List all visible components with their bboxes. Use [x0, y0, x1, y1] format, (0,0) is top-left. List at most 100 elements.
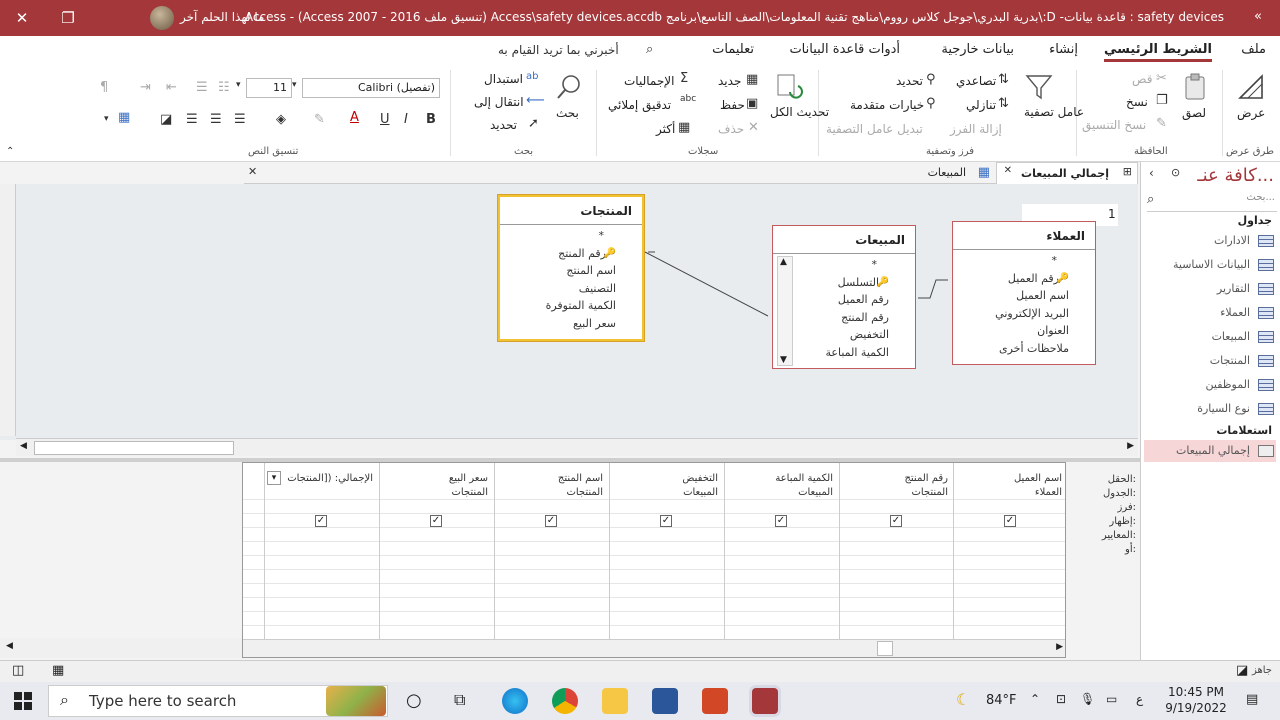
network-icon[interactable]: ▭ — [1106, 692, 1117, 706]
field-product-name[interactable]: اسم المنتج — [500, 264, 642, 282]
table-sales[interactable]: المبيعات ▲ ▼ * 🔑 التسلسل رقم العميل رقم ا… — [772, 225, 916, 369]
field-product-id[interactable]: رقم المنتج — [773, 311, 915, 329]
nav-item-products[interactable]: المنتجات — [1144, 350, 1276, 372]
powerpoint-icon[interactable] — [702, 688, 728, 714]
edge-icon[interactable] — [502, 688, 528, 714]
chevron-up-icon[interactable]: ⌃ — [1030, 692, 1040, 706]
notifications-icon[interactable]: ▤ — [1246, 692, 1258, 707]
grid-column[interactable]: رقم المنتج المنتجات ✓ — [839, 463, 954, 657]
field-email[interactable]: البريد الإلكتروني — [953, 307, 1095, 325]
paste-button[interactable]: لصق — [1182, 106, 1206, 120]
grid-field[interactable]: التخفيض — [610, 473, 724, 484]
chevron-down-icon[interactable]: ▾ — [236, 80, 241, 90]
toggle-filter-button[interactable]: تبديل عامل التصفية — [826, 122, 923, 136]
nav-item-car-type[interactable]: نوع السيارة — [1144, 398, 1276, 420]
nav-title[interactable]: كافة عنـ... — [1197, 165, 1274, 186]
field-notes[interactable]: ملاحظات أخرى — [953, 342, 1095, 360]
italic-icon[interactable]: I — [404, 112, 408, 127]
nav-search-input[interactable]: بحث... — [1147, 192, 1277, 212]
tab-help[interactable]: تعليمات — [712, 42, 754, 57]
grid-table[interactable]: المنتجات — [840, 487, 954, 498]
table-customers[interactable]: العملاء * 🔑 رقم العميل اسم العميل البريد … — [952, 221, 1096, 365]
field-product-id[interactable]: 🔑 رقم المنتج — [500, 247, 642, 265]
grid-field[interactable]: رقم المنتج — [840, 473, 954, 484]
indent-icon[interactable]: ⇥ — [140, 80, 151, 95]
grid-field[interactable]: اسم العميل — [954, 473, 1065, 484]
grid-table[interactable]: المبيعات — [725, 487, 839, 498]
close-document-icon[interactable]: ✕ — [248, 165, 257, 178]
design-view-icon[interactable] — [1236, 72, 1266, 102]
copy-button[interactable]: نسخ — [1126, 95, 1148, 109]
filter-icon[interactable] — [1024, 72, 1054, 102]
save-record-button[interactable]: حفظ — [720, 98, 745, 112]
scroll-right-icon[interactable]: ▶ — [1127, 441, 1134, 451]
chevron-down-icon[interactable]: ▾ — [267, 471, 281, 485]
align-right-icon[interactable]: ☰ — [234, 112, 246, 127]
grid-field[interactable]: الإجمالي: ([المنتجات — [265, 473, 379, 484]
font-size-dropdown[interactable]: 11 — [246, 78, 292, 98]
refresh-all-button[interactable]: تحديث الكل — [770, 106, 829, 119]
paragraph-icon[interactable]: ¶ — [100, 80, 108, 95]
nav-section-queries[interactable]: استعلامات — [1216, 424, 1272, 437]
numbering-icon[interactable]: ☷ — [218, 80, 230, 95]
close-button[interactable]: ✕ — [8, 4, 36, 32]
refresh-icon[interactable] — [774, 72, 804, 102]
query-design-grid[interactable]: اسم العميل العملاء ✓ رقم المنتج المنتجات… — [242, 462, 1066, 658]
chrome-icon[interactable] — [552, 688, 578, 714]
avatar[interactable] — [150, 6, 174, 30]
field-customer-name[interactable]: اسم العميل — [953, 289, 1095, 307]
query-design-area[interactable]: المنتجات * 🔑 رقم المنتج اسم المنتج التصني… — [0, 184, 1138, 456]
weather-temperature[interactable]: 84°F — [986, 693, 1017, 708]
scroll-right-icon[interactable]: ▶ — [1056, 642, 1063, 652]
filter-button[interactable]: عامل تصفية — [1024, 106, 1084, 119]
scroll-left-icon[interactable]: ◀ — [20, 441, 27, 451]
field-all[interactable]: * — [500, 229, 642, 247]
search-highlight-image[interactable] — [326, 686, 386, 716]
field-available-qty[interactable]: الكمية المتوفرة — [500, 299, 642, 317]
go-to-button[interactable]: انتقال إلى — [474, 95, 524, 109]
table-title[interactable]: العملاء — [953, 222, 1095, 250]
font-name-dropdown[interactable]: Calibri (تفصيل) — [302, 78, 440, 98]
meet-now-icon[interactable]: ⊡ — [1056, 692, 1066, 706]
select-button[interactable]: تحديد — [490, 118, 517, 132]
field-all[interactable]: * — [773, 258, 915, 276]
highlight-icon[interactable]: ✎ — [314, 112, 325, 127]
grid-column[interactable]: الكمية المباعة المبيعات ✓ — [724, 463, 839, 657]
field-all[interactable]: * — [953, 254, 1095, 272]
align-left-icon[interactable]: ☰ — [186, 112, 198, 127]
task-view-icon[interactable]: ○ — [406, 690, 422, 711]
grid-field[interactable]: اسم المنتج — [495, 473, 609, 484]
view-button[interactable]: عرض — [1237, 106, 1265, 120]
scroll-left-icon[interactable]: ◀ — [6, 641, 13, 651]
grid-field[interactable]: الكمية المباعة — [725, 473, 839, 484]
bold-icon[interactable]: B — [426, 112, 436, 127]
fill-color-icon[interactable]: ◈ — [276, 112, 286, 127]
underline-icon[interactable]: U — [380, 112, 390, 127]
tab-home[interactable]: الشريط الرئيسي — [1104, 42, 1212, 62]
nav-item-departments[interactable]: الادارات — [1144, 230, 1276, 252]
field-category[interactable]: التصنيف — [500, 282, 642, 300]
grid-column[interactable]: اسم العميل العملاء ✓ — [953, 463, 1065, 657]
font-color-icon[interactable]: A — [350, 110, 359, 125]
sort-ascending-button[interactable]: تصاعدي — [956, 74, 996, 88]
datasheet-view-icon[interactable]: ▦ — [52, 663, 64, 678]
tab-total-sales-query[interactable]: إجمالي المبيعات — [996, 162, 1138, 184]
show-checkbox[interactable]: ✓ — [775, 515, 787, 527]
horizontal-scrollbar[interactable]: ◀ ▶ — [16, 438, 1138, 456]
chevron-icon[interactable]: « — [1254, 9, 1262, 24]
field-serial[interactable]: 🔑 التسلسل — [773, 276, 915, 294]
widgets-icon[interactable]: ⧉ — [454, 690, 465, 710]
scroll-thumb[interactable] — [34, 441, 234, 455]
grid-column[interactable]: التخفيض المبيعات ✓ — [609, 463, 724, 657]
field-address[interactable]: العنوان — [953, 324, 1095, 342]
new-record-button[interactable]: جديد — [718, 74, 741, 88]
advanced-button[interactable]: خيارات متقدمة — [850, 98, 924, 112]
spelling-button[interactable]: تدقيق إملائي — [608, 98, 671, 112]
show-checkbox[interactable]: ✓ — [660, 515, 672, 527]
gridlines-icon[interactable]: ◪ — [160, 112, 172, 127]
totals-button[interactable]: الإجماليات — [624, 74, 674, 88]
restore-button[interactable]: ❐ — [54, 4, 82, 32]
clock-time[interactable]: 10:45 PM — [1166, 685, 1226, 699]
remove-sort-button[interactable]: إزالة الفرز — [950, 122, 1002, 136]
show-checkbox[interactable]: ✓ — [315, 515, 327, 527]
